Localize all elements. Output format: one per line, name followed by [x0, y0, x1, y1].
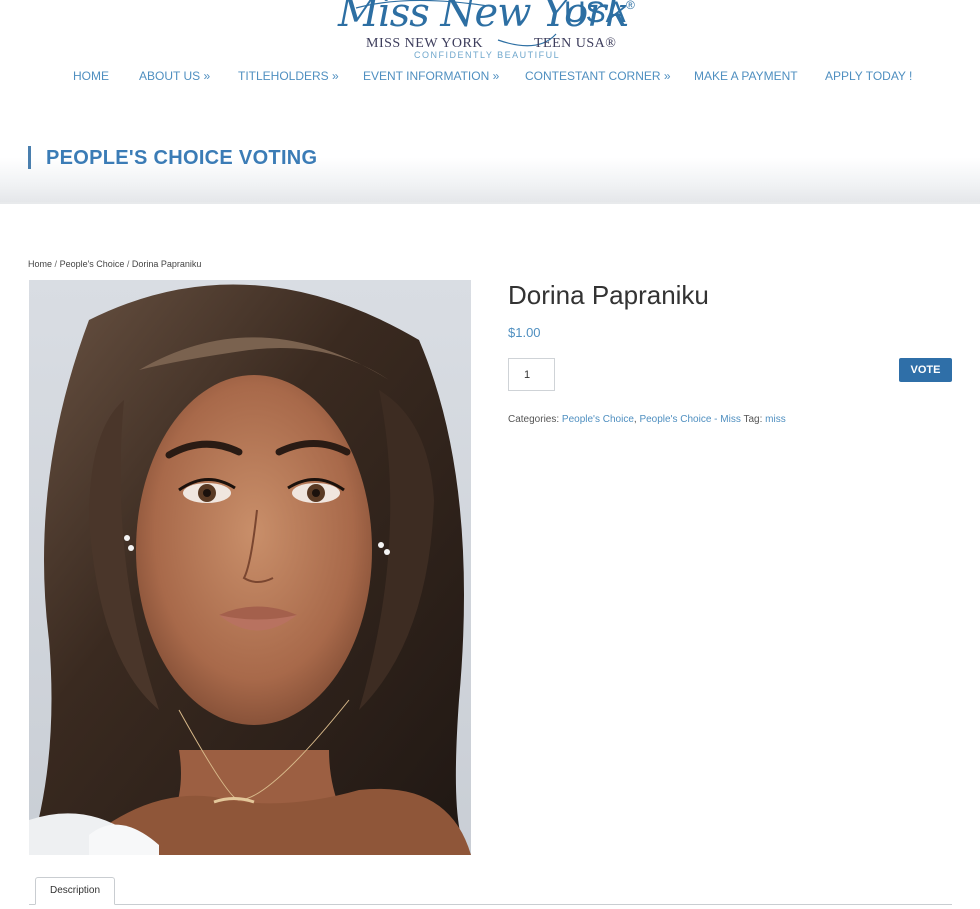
nav-item-contestant-corner[interactable]: CONTESTANT CORNER » [525, 69, 671, 83]
category-link-peoples-choice[interactable]: People's Choice [562, 414, 634, 425]
breadcrumb-home-link[interactable]: Home [28, 259, 52, 269]
nav-item-event-information[interactable]: EVENT INFORMATION » [363, 69, 499, 83]
tabs-divider [29, 904, 952, 905]
title-band-divider [0, 202, 980, 204]
categories-label: Categories: [508, 414, 560, 425]
vote-button[interactable]: VOTE [899, 358, 952, 382]
logo-registered-mark: ® [626, 0, 635, 12]
quantity-input[interactable] [508, 358, 555, 391]
nav-item-titleholders[interactable]: TITLEHOLDERS » [238, 69, 339, 83]
main-nav: HOME ABOUT US » TITLEHOLDERS » EVENT INF… [0, 69, 980, 85]
product-photo[interactable] [29, 280, 471, 855]
product-title: Dorina Papraniku [508, 280, 709, 310]
breadcrumb-category-link[interactable]: People's Choice [60, 259, 125, 269]
product-meta: Categories: People's Choice, People's Ch… [508, 414, 786, 425]
title-accent-bar [28, 146, 31, 169]
tag-label: Tag: [743, 414, 763, 425]
breadcrumb-separator: / [126, 259, 130, 269]
product-price: $1.00 [508, 325, 541, 340]
nav-item-home[interactable]: HOME [73, 69, 109, 83]
site-logo[interactable]: Miss New York USA ® MISS NEW YORK TEEN U… [0, 0, 980, 62]
nav-item-apply-today[interactable]: APPLY TODAY ! [825, 69, 912, 83]
tag-link-miss[interactable]: miss [765, 414, 786, 425]
page-title: PEOPLE'S CHOICE VOTING [46, 147, 318, 169]
logo-wordmark: Miss New York USA ® MISS NEW YORK TEEN U… [338, 0, 638, 62]
breadcrumb-current: Dorina Papraniku [131, 259, 202, 269]
nav-item-about-us[interactable]: ABOUT US » [139, 69, 210, 83]
logo-tagline: CONFIDENTLY BEAUTIFUL [414, 50, 561, 60]
logo-usa-text: USA [564, 0, 626, 29]
breadcrumb: Home / People's Choice / Dorina Papranik… [28, 259, 201, 269]
breadcrumb-separator: / [54, 259, 58, 269]
portrait-image [29, 280, 471, 855]
category-link-peoples-choice-miss[interactable]: People's Choice - Miss [639, 414, 740, 425]
tab-description[interactable]: Description [35, 877, 115, 905]
nav-item-make-a-payment[interactable]: MAKE A PAYMENT [694, 69, 798, 83]
